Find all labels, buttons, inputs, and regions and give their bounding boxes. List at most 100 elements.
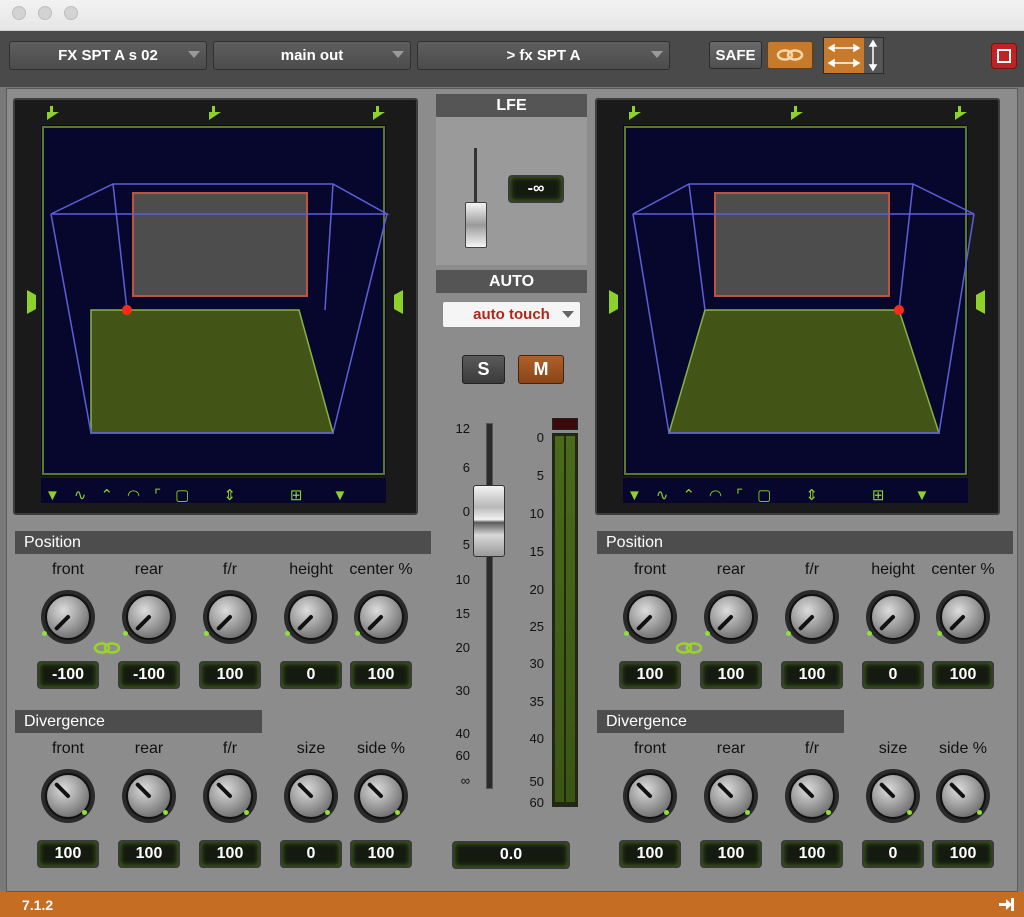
arc-up-icon[interactable]: ⌃: [682, 486, 695, 504]
minimize-window-button[interactable]: [38, 6, 52, 20]
knob-indicator: [705, 631, 710, 636]
right-position-knob[interactable]: [934, 588, 992, 646]
left-position-knob[interactable]: [282, 588, 340, 646]
height-arrows-icon[interactable]: ⇕: [805, 486, 818, 504]
arc-icon[interactable]: ◠: [127, 486, 140, 504]
safe-button[interactable]: SAFE: [709, 41, 762, 69]
right-position-label: f/r: [804, 561, 820, 578]
right-position-knob[interactable]: [621, 588, 679, 646]
right-position-value-display[interactable]: 100: [619, 661, 681, 689]
fader-scale-label: 40: [455, 726, 470, 741]
right-position-knob[interactable]: [702, 588, 760, 646]
link-icon[interactable]: [92, 640, 122, 656]
solo-button[interactable]: S: [462, 355, 505, 384]
clip-indicator[interactable]: [552, 418, 578, 430]
left-position-value-display[interactable]: 100: [350, 661, 412, 689]
right-divergence-knob[interactable]: [783, 767, 841, 825]
meter-scale-label: 50: [529, 774, 544, 789]
left-position-header: Position: [15, 531, 431, 554]
box-icon[interactable]: ▢: [175, 486, 189, 504]
right-position-value-display[interactable]: 100: [781, 661, 843, 689]
arc-corner-icon[interactable]: ⌜: [736, 486, 743, 504]
automation-mode-select[interactable]: auto touch: [442, 301, 581, 328]
knob-value: -100: [51, 666, 85, 683]
right-position-knob[interactable]: [783, 588, 841, 646]
right-position-value-display[interactable]: 100: [700, 661, 762, 689]
link-mode-button[interactable]: [823, 37, 884, 74]
left-divergence-value-display[interactable]: 0: [280, 840, 342, 868]
knob-value: 100: [216, 845, 244, 862]
send-selector[interactable]: > fx SPT A: [417, 41, 670, 70]
left-position-value-display[interactable]: -100: [118, 661, 180, 689]
left-position-knob[interactable]: [39, 588, 97, 646]
output-selector[interactable]: main out: [213, 41, 411, 70]
left-divergence-value-display[interactable]: 100: [37, 840, 99, 868]
speaker-icon[interactable]: ▼: [627, 487, 642, 504]
speaker-icon[interactable]: ▼: [45, 487, 60, 504]
left-panner[interactable]: ▼ ∿ ⌃ ◠ ⌜ ▢ ⇕ ⊞ ▼: [13, 98, 418, 515]
right-divergence-value-display[interactable]: 100: [932, 840, 994, 868]
left-divergence-knob[interactable]: [120, 767, 178, 825]
link-button[interactable]: [767, 41, 813, 69]
arc-up-icon[interactable]: ⌃: [100, 486, 113, 504]
right-divergence-value-display[interactable]: 100: [700, 840, 762, 868]
expand-icon[interactable]: [998, 897, 1016, 912]
safe-label: SAFE: [715, 46, 756, 64]
mute-button[interactable]: M: [518, 355, 564, 384]
grid-icon[interactable]: ⊞: [290, 486, 303, 504]
path-icon[interactable]: ∿: [74, 486, 87, 504]
lfe-fader-handle[interactable]: [465, 202, 487, 248]
fader-scale-label: 0: [462, 504, 470, 519]
left-panner-toolbar: ▼ ∿ ⌃ ◠ ⌜ ▢ ⇕ ⊞ ▼: [45, 484, 390, 506]
path-icon[interactable]: ∿: [656, 486, 669, 504]
left-position-label: height: [289, 561, 333, 578]
lfe-label: LFE: [496, 96, 527, 114]
fader-value-display[interactable]: 0.0: [452, 841, 570, 869]
left-divergence-knob[interactable]: [352, 767, 410, 825]
speaker-icon[interactable]: ▼: [914, 487, 929, 504]
right-position-knob[interactable]: [864, 588, 922, 646]
right-divergence-value-display[interactable]: 100: [781, 840, 843, 868]
left-position-value-display[interactable]: 100: [199, 661, 261, 689]
left-position-value-display[interactable]: 0: [280, 661, 342, 689]
left-divergence-header: Divergence: [15, 710, 262, 733]
left-divergence-value-display[interactable]: 100: [118, 840, 180, 868]
right-divergence-value-display[interactable]: 100: [619, 840, 681, 868]
left-divergence-value-display[interactable]: 100: [199, 840, 261, 868]
box-icon[interactable]: ▢: [757, 486, 771, 504]
right-divergence-knob[interactable]: [934, 767, 992, 825]
arc-icon[interactable]: ◠: [709, 486, 722, 504]
arc-corner-icon[interactable]: ⌜: [154, 486, 161, 504]
left-position-value-display[interactable]: -100: [37, 661, 99, 689]
right-position-value-display[interactable]: 0: [862, 661, 924, 689]
grid-icon[interactable]: ⊞: [872, 486, 885, 504]
left-divergence-knob[interactable]: [282, 767, 340, 825]
zoom-window-button[interactable]: [64, 6, 78, 20]
left-position-knob[interactable]: [352, 588, 410, 646]
fader-value: 0.0: [499, 846, 523, 863]
close-window-button[interactable]: [12, 6, 26, 20]
left-divergence-knob[interactable]: [39, 767, 97, 825]
left-divergence-knob[interactable]: [201, 767, 259, 825]
right-position-value-display[interactable]: 100: [932, 661, 994, 689]
speaker-icon[interactable]: ▼: [332, 487, 347, 504]
right-divergence-label: rear: [716, 740, 746, 757]
left-position-knob[interactable]: [201, 588, 259, 646]
left-position-label: rear: [134, 561, 164, 578]
knob-indicator: [204, 631, 209, 636]
left-position-knob[interactable]: [120, 588, 178, 646]
right-divergence-value-display[interactable]: 0: [862, 840, 924, 868]
main-fader-handle[interactable]: [473, 485, 505, 557]
left-divergence-value-display[interactable]: 100: [350, 840, 412, 868]
right-divergence-knob[interactable]: [702, 767, 760, 825]
right-divergence-knob[interactable]: [621, 767, 679, 825]
lfe-value-display[interactable]: -∞: [508, 175, 564, 203]
right-panner-view: [609, 106, 985, 503]
close-plugin-button[interactable]: [991, 43, 1017, 69]
meter-scale-label: 40: [529, 731, 544, 746]
right-divergence-knob[interactable]: [864, 767, 922, 825]
right-panner[interactable]: ▼ ∿ ⌃ ◠ ⌜ ▢ ⇕ ⊞ ▼: [595, 98, 1000, 515]
link-icon[interactable]: [674, 640, 704, 656]
track-selector[interactable]: FX SPT A s 02: [9, 41, 207, 70]
height-arrows-icon[interactable]: ⇕: [223, 486, 236, 504]
